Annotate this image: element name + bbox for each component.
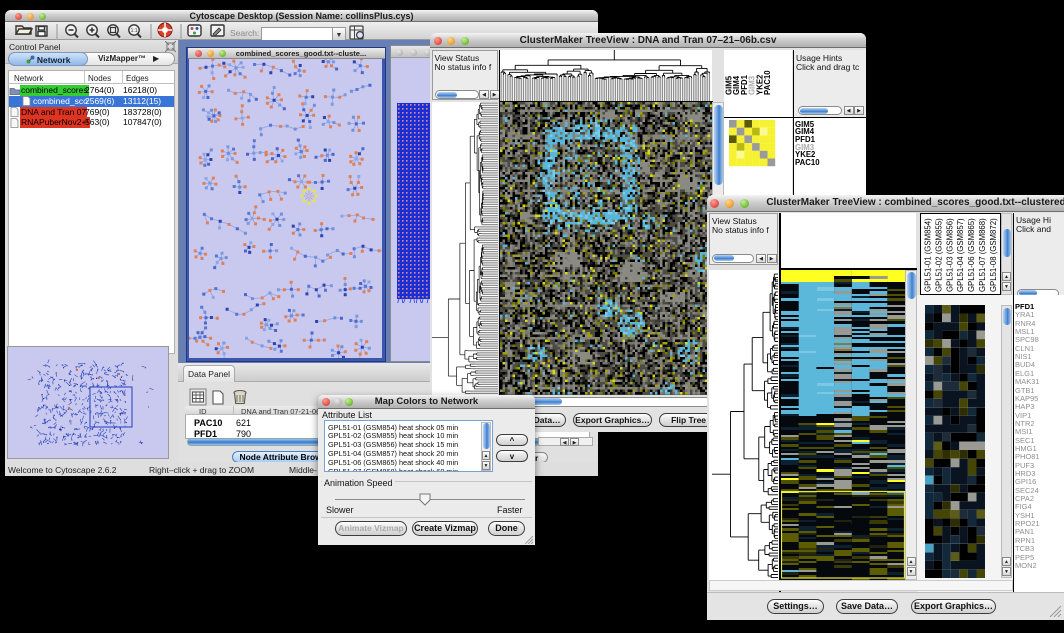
svg-text:GPL51-08 (GSM872): GPL51-08 (GSM872) [988,217,997,291]
svg-text:GPL51-07 (GSM868): GPL51-07 (GSM868) [978,217,987,291]
svg-text:Search:: Search: [230,28,259,38]
svg-text:PAC10: PAC10 [763,70,772,95]
svg-text:GPL51-06 (GSM865): GPL51-06 (GSM865) [967,217,976,291]
svg-text:GPL51-02 (GSM855): GPL51-02 (GSM855) [934,217,943,291]
svg-text:GPL51-01 (GSM854): GPL51-01 (GSM854) [923,217,932,291]
svg-text:GPL51-04 (GSM857): GPL51-04 (GSM857) [956,217,965,291]
svg-text:GPL51-03 (GSM856): GPL51-03 (GSM856) [945,217,954,291]
svg-text:1:1: 1:1 [131,28,138,34]
